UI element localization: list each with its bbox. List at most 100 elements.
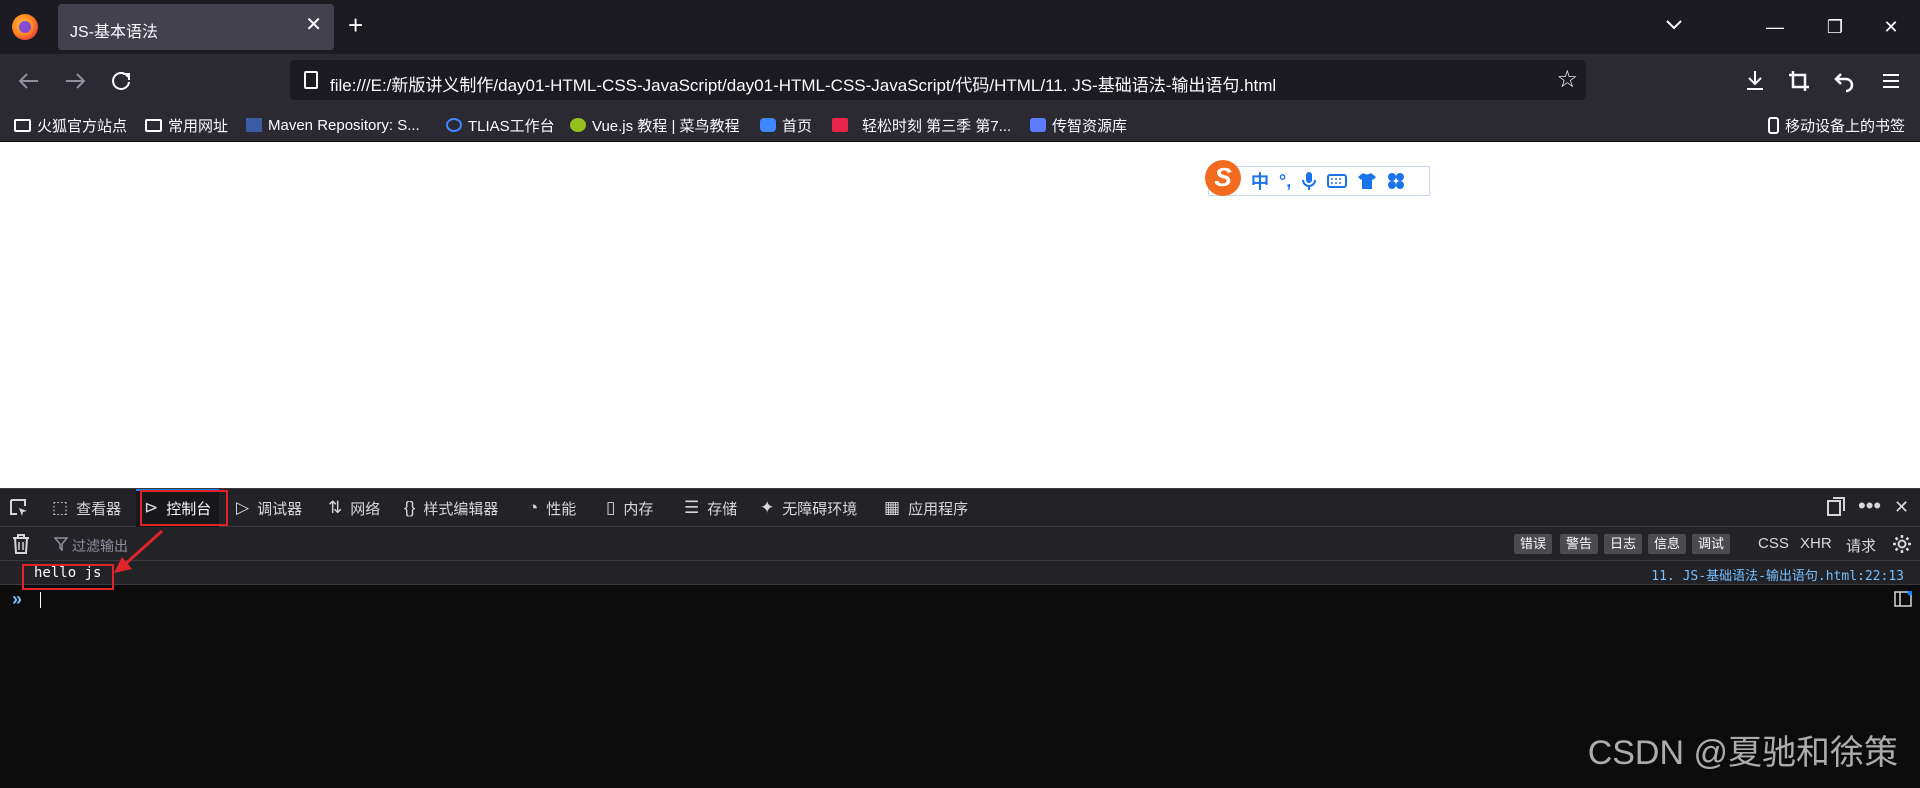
tab-accessibility[interactable]: ✦ 无障碍环境 <box>760 489 857 527</box>
bookmark-item[interactable]: 首页 <box>760 114 812 136</box>
tab-close-icon[interactable]: ✕ <box>305 15 322 35</box>
bookmark-item[interactable]: Maven Repository: S... <box>246 114 420 136</box>
bookmark-item[interactable]: Vue.js 教程 | 菜鸟教程 <box>570 114 740 136</box>
tab-performance[interactable]: ◔ 性能 <box>528 489 576 527</box>
style-editor-icon: {} <box>404 498 416 517</box>
bookmark-label: 常用网址 <box>168 117 229 135</box>
tab-network[interactable]: ⇅ 网络 <box>328 489 380 527</box>
filter-funnel-icon <box>54 537 68 551</box>
minimize-button[interactable]: — <box>1752 10 1798 44</box>
tab-label: 性能 <box>546 500 577 518</box>
back-arrow-icon[interactable] <box>14 66 44 96</box>
console-filter-bar: 过滤输出 错误 警告 日志 信息 调试 CSS XHR 请求 <box>0 527 1920 561</box>
screenshot-crop-icon[interactable] <box>1784 66 1814 96</box>
url-bar[interactable]: file:///E:/新版讲义制作/day01-HTML-CSS-JavaScr… <box>290 60 1586 100</box>
mobile-bookmarks[interactable]: 移动设备上的书签 <box>1768 114 1905 136</box>
performance-icon: ◔ <box>528 498 539 517</box>
bookmarks-toolbar: 火狐官方站点 常用网址 Maven Repository: S... TLIAS… <box>0 108 1920 142</box>
tab-label: 内存 <box>623 500 654 518</box>
console-input[interactable]: » <box>0 585 1920 613</box>
firefox-logo-icon[interactable] <box>12 14 38 40</box>
ime-toolbar[interactable]: S 中 °, <box>1205 160 1430 196</box>
log-source-link[interactable]: 11. JS-基础语法-输出语句.html:22:13 <box>1651 565 1904 584</box>
filter-css[interactable]: CSS <box>1758 535 1789 552</box>
maven-icon <box>246 118 262 132</box>
dock-side-icon[interactable] <box>1826 497 1846 517</box>
bookmark-label: 轻松时刻 第三季 第7... <box>862 117 1012 135</box>
level-logs[interactable]: 日志 <box>1604 534 1643 554</box>
new-tab-button[interactable]: + <box>348 12 363 38</box>
menu-hamburger-icon[interactable] <box>1876 66 1906 96</box>
skin-shirt-icon[interactable] <box>1357 172 1377 190</box>
bookmark-label: TLIAS工作台 <box>468 117 555 135</box>
toolbox-grid-icon[interactable] <box>1387 172 1405 190</box>
bookmark-item[interactable]: 火狐官方站点 <box>14 114 127 136</box>
level-warnings[interactable]: 警告 <box>1560 534 1599 554</box>
debugger-icon: ▷ <box>236 498 250 517</box>
settings-gear-icon[interactable] <box>1892 534 1912 554</box>
tab-label: 调试器 <box>257 500 303 518</box>
level-errors[interactable]: 错误 <box>1514 534 1553 554</box>
filter-xhr[interactable]: XHR <box>1800 535 1832 552</box>
runoob-icon <box>570 118 586 132</box>
element-picker-icon[interactable] <box>8 489 34 527</box>
tab-inspector[interactable]: ⬚ 查看器 <box>52 489 131 527</box>
network-icon: ⇅ <box>328 498 343 517</box>
bookmark-label: 首页 <box>782 117 813 135</box>
downloads-icon[interactable] <box>1740 66 1770 96</box>
bookmark-item[interactable]: 常用网址 <box>145 114 228 136</box>
forward-arrow-icon[interactable] <box>60 66 90 96</box>
bookmark-star-icon[interactable]: ☆ <box>1556 66 1578 94</box>
tab-label: 查看器 <box>76 500 122 518</box>
ime-language-toggle[interactable]: 中 <box>1251 168 1269 194</box>
trash-clear-icon[interactable] <box>12 534 30 554</box>
list-all-tabs-chevron-icon[interactable] <box>1664 14 1684 34</box>
console-prompt-icon: » <box>12 589 23 609</box>
tab-label: 应用程序 <box>908 500 969 518</box>
accessibility-icon: ✦ <box>760 498 775 517</box>
ime-punctuation-toggle[interactable]: °, <box>1279 171 1291 192</box>
tab-debugger[interactable]: ▷ 调试器 <box>236 489 302 527</box>
bookmark-item[interactable]: TLIAS工作台 <box>446 114 555 136</box>
devtools-tab-bar: ⬚ 查看器 ⊳ 控制台 ▷ 调试器 ⇅ 网络 {} 样式编辑器 ◔ 性能 ▯ 内… <box>0 489 1920 527</box>
folder-icon <box>145 118 162 132</box>
page-content: S 中 °, <box>0 142 1920 488</box>
sogou-logo-icon[interactable]: S <box>1205 160 1241 196</box>
storage-icon: ☰ <box>684 498 700 517</box>
bilibili-icon <box>760 118 776 132</box>
memory-icon: ▯ <box>606 498 616 517</box>
microphone-icon[interactable] <box>1301 171 1317 191</box>
tlias-icon <box>446 118 462 132</box>
bookmark-item[interactable]: 轻松时刻 第三季 第7... <box>832 114 1011 136</box>
keyboard-icon[interactable] <box>1327 173 1348 189</box>
close-devtools-icon[interactable]: ✕ <box>1894 497 1909 518</box>
level-debug[interactable]: 调试 <box>1692 534 1731 554</box>
bookmark-label: 火狐官方站点 <box>37 117 128 135</box>
more-options-icon[interactable]: ••• <box>1858 493 1881 519</box>
filter-requests[interactable]: 请求 <box>1846 535 1876 556</box>
undo-arrow-icon[interactable] <box>1828 66 1858 96</box>
console-log-row: hello js 11. JS-基础语法-输出语句.html:22:13 <box>0 561 1920 585</box>
bookmark-item[interactable]: 传智资源库 <box>1030 114 1127 136</box>
url-text[interactable]: file:///E:/新版讲义制作/day01-HTML-CSS-JavaScr… <box>330 71 1276 96</box>
tab-active[interactable]: JS-基本语法 ✕ <box>58 4 334 50</box>
browser-window: JS-基本语法 ✕ + — ❐ ✕ file:///E:/新版讲义制作/day0… <box>0 0 1920 788</box>
tv-icon <box>832 118 848 132</box>
level-info[interactable]: 信息 <box>1648 534 1687 554</box>
inspector-icon: ⬚ <box>52 498 69 517</box>
tab-memory[interactable]: ▯ 内存 <box>606 489 653 527</box>
bookmark-label: Maven Repository: S... <box>268 116 420 134</box>
tab-label: 无障碍环境 <box>782 500 858 518</box>
tab-application[interactable]: ▦ 应用程序 <box>884 489 968 527</box>
editor-mode-icon[interactable] <box>1894 591 1912 607</box>
restore-button[interactable]: ❐ <box>1812 10 1858 44</box>
tab-storage[interactable]: ☰ 存储 <box>684 489 737 527</box>
close-window-button[interactable]: ✕ <box>1868 10 1914 44</box>
annotation-arrow-icon <box>114 529 164 573</box>
tab-label: 网络 <box>350 500 381 518</box>
tab-title: JS-基本语法 <box>70 24 159 41</box>
text-caret <box>40 592 41 608</box>
reload-icon[interactable] <box>106 66 136 96</box>
watermark-text: CSDN @夏驰和徐策 <box>1587 734 1898 772</box>
tab-style-editor[interactable]: {} 样式编辑器 <box>404 489 498 527</box>
